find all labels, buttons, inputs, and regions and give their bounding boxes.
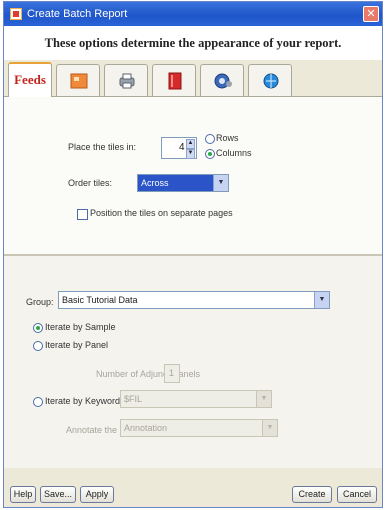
iterate-keyword-radio[interactable]	[33, 397, 43, 407]
rows-radio[interactable]	[205, 134, 215, 144]
chevron-down-icon[interactable]: ▼	[262, 420, 277, 436]
rows-label: Rows	[216, 133, 239, 143]
stepper-down-button[interactable]: ▼	[186, 149, 195, 159]
tab-settings[interactable]	[200, 64, 244, 96]
iterate-keyword-label: Iterate by Keyword	[45, 396, 121, 406]
help-button[interactable]: Help	[10, 486, 36, 503]
tab-layout[interactable]	[56, 64, 100, 96]
layout-icon	[70, 73, 88, 89]
book-icon	[168, 72, 182, 90]
globe-icon	[263, 73, 279, 89]
iterate-panel-label: Iterate by Panel	[45, 340, 109, 350]
group-panel: Group: Basic Tutorial Data ▼ Iterate by …	[4, 256, 382, 468]
tab-print[interactable]	[104, 64, 148, 96]
order-tiles-value: Across	[141, 178, 169, 188]
tab-book[interactable]	[152, 64, 196, 96]
window-title: Create Batch Report	[27, 8, 128, 20]
save-button[interactable]: Save...	[40, 486, 76, 503]
tiles-count-stepper[interactable]: 4 ▲ ▼	[161, 137, 197, 159]
close-button[interactable]: ✕	[363, 6, 379, 22]
adjunct-panels-value: 1	[169, 368, 175, 378]
chevron-down-icon[interactable]: ▼	[213, 175, 228, 191]
columns-radio[interactable]	[205, 149, 215, 159]
title-bar[interactable]: Create Batch Report ✕	[4, 2, 382, 26]
tab-web[interactable]	[248, 64, 292, 96]
header-text: These options determine the appearance o…	[44, 36, 342, 50]
place-label: Place the tiles in:	[68, 142, 137, 152]
printer-icon	[119, 73, 135, 89]
keyword-value: $FIL	[124, 394, 143, 404]
gear-icon	[214, 73, 232, 89]
dialog-window: Create Batch Report ✕ These options dete…	[3, 1, 383, 508]
stepper-up-button[interactable]: ▲	[186, 139, 195, 149]
tab-feeds[interactable]: Feeds	[8, 62, 52, 97]
keyword-select[interactable]: $FIL ▼	[120, 390, 272, 408]
header-banner: These options determine the appearance o…	[4, 26, 382, 60]
layout-panel: Place the tiles in: 4 ▲ ▼ Rows Columns O…	[4, 97, 382, 256]
annotate-select[interactable]: Annotation ▼	[120, 419, 278, 437]
button-bar: Help Save... Apply Create Cancel	[4, 480, 382, 508]
adjunct-panels-field[interactable]: 1	[164, 364, 180, 383]
annotate-value: Annotation	[124, 423, 168, 433]
adjunct-panels-label: Number of Adjunct Panels	[96, 369, 201, 379]
separate-pages-label: Position the tiles on separate pages	[90, 208, 233, 218]
iterate-sample-radio[interactable]	[33, 323, 43, 333]
app-icon	[10, 8, 22, 20]
chevron-down-icon[interactable]: ▼	[256, 391, 271, 407]
annotate-label: Annotate the	[66, 425, 118, 435]
tiles-count-value: 4	[179, 142, 185, 153]
group-label: Group:	[26, 297, 54, 307]
separate-pages-checkbox[interactable]	[77, 209, 88, 220]
apply-button[interactable]: Apply	[80, 486, 114, 503]
iterate-sample-label: Iterate by Sample	[45, 322, 116, 332]
cancel-button[interactable]: Cancel	[337, 486, 377, 503]
chevron-down-icon[interactable]: ▼	[314, 292, 329, 308]
columns-label: Columns	[216, 148, 252, 158]
tab-feeds-label: Feeds	[14, 72, 46, 87]
iterate-panel-radio[interactable]	[33, 341, 43, 351]
create-button[interactable]: Create	[292, 486, 332, 503]
group-value: Basic Tutorial Data	[62, 295, 138, 305]
tab-strip: Feeds	[4, 60, 382, 97]
order-tiles-select[interactable]: Across ▼	[137, 174, 229, 192]
order-label: Order tiles:	[68, 178, 113, 188]
group-select[interactable]: Basic Tutorial Data ▼	[58, 291, 330, 309]
